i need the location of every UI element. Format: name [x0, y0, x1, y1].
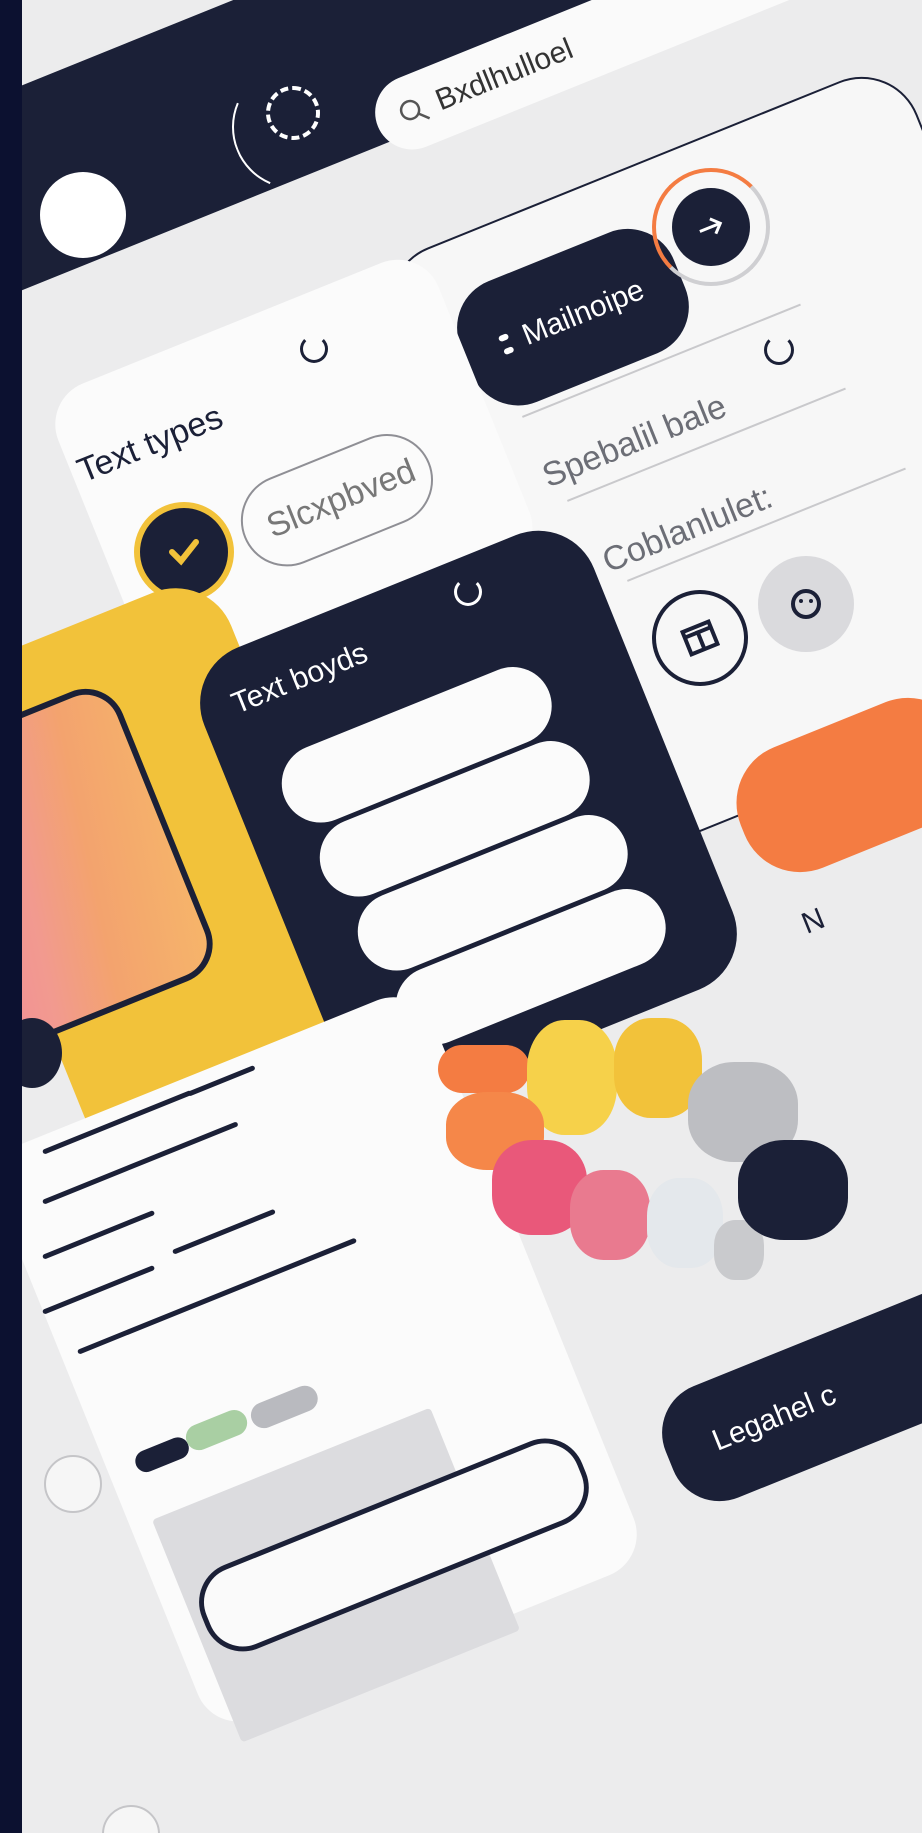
bottom-dark-button[interactable]: Legahel c: [647, 1270, 922, 1517]
emoji-button[interactable]: [758, 556, 854, 652]
smiley-icon: [791, 589, 821, 619]
search-icon: [399, 99, 431, 121]
calendar-icon: [679, 619, 721, 657]
refresh-icon[interactable]: [764, 335, 794, 365]
radio-button[interactable]: [44, 1455, 102, 1513]
next-arrow-button[interactable]: [672, 188, 750, 266]
refresh-icon[interactable]: [300, 335, 328, 363]
swatch-dark[interactable]: [738, 1140, 848, 1240]
bottom-dark-button-label: Legahel c: [707, 1378, 841, 1458]
swatch-light-blue[interactable]: [647, 1178, 723, 1268]
partial-label: N: [797, 901, 830, 941]
checkmark-icon: [169, 539, 199, 566]
swatch-rose[interactable]: [570, 1170, 650, 1260]
main-pill-label: Mailnoipe: [517, 273, 649, 352]
ui-kit-canvas: Bxdlhulloel Mailnoipe Spebalil bale Cobl…: [22, 0, 922, 1833]
drag-handle-icon: [497, 333, 515, 356]
radio-button[interactable]: [102, 1805, 160, 1833]
avatar[interactable]: [40, 172, 126, 258]
swatch-orange[interactable]: [438, 1045, 530, 1093]
left-edge-strip: [0, 0, 22, 1833]
checkbox-checked[interactable]: [134, 502, 234, 602]
arrow-right-icon: [699, 217, 723, 235]
loading-spinner-icon: [266, 86, 320, 140]
refresh-icon[interactable]: [454, 578, 482, 606]
